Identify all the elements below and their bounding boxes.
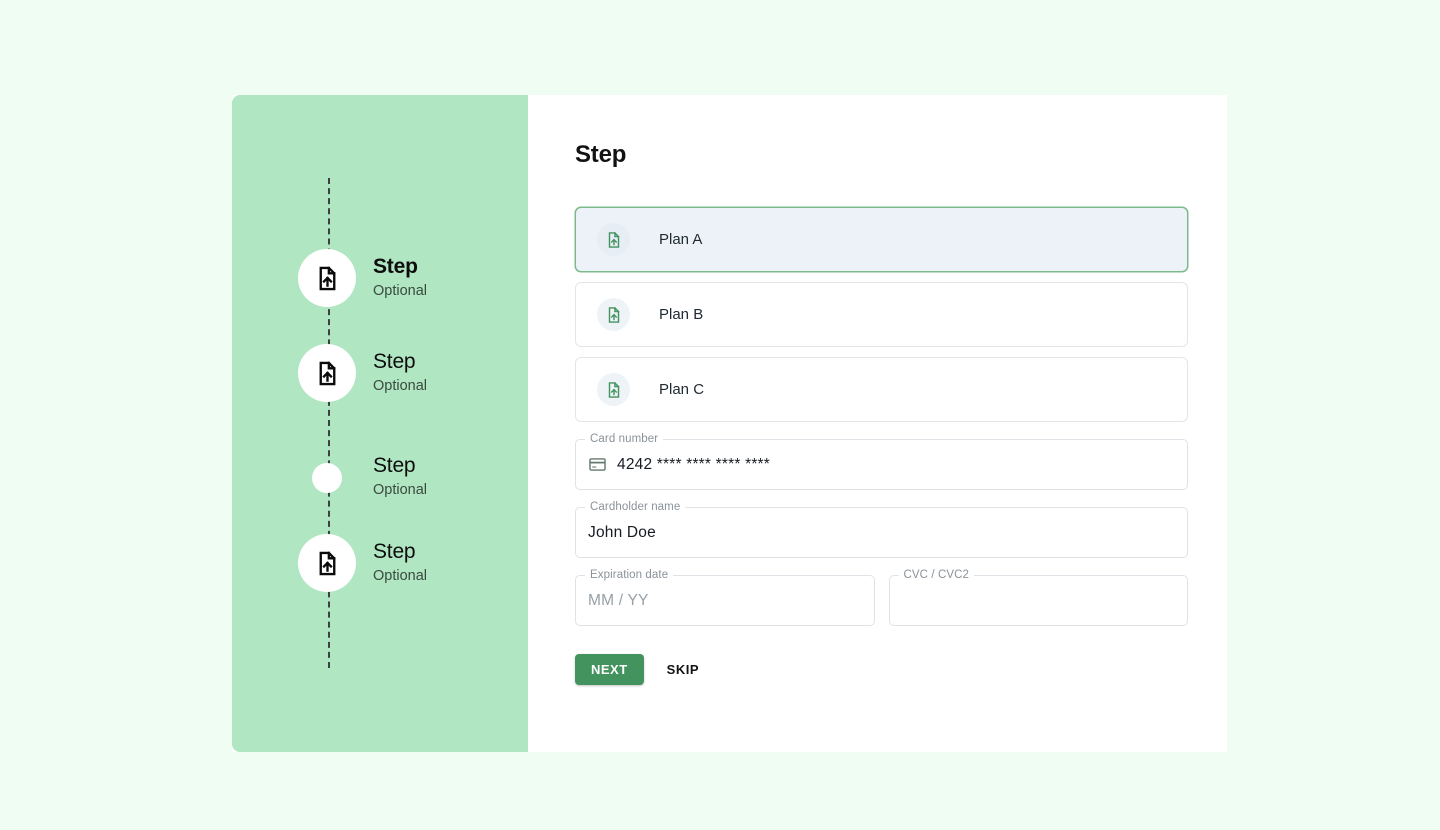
step-1-subtitle: Optional: [373, 282, 428, 299]
plan-option-label: Plan A: [659, 231, 703, 248]
cardholder-name-value: John Doe: [588, 523, 656, 541]
stepper-step-list: Step Optional Step Optional Step Optiona…: [232, 95, 528, 752]
step-2-text: Step Optional: [373, 349, 427, 398]
plan-option-label: Plan B: [659, 306, 704, 323]
plan-option-plan-c[interactable]: Plan C: [575, 357, 1188, 422]
card-number-field[interactable]: Card number 4242 **** **** **** ****: [575, 432, 1188, 490]
step-3-node[interactable]: [312, 462, 342, 493]
card-number-value: 4242 **** **** **** ****: [617, 455, 771, 473]
skip-button[interactable]: SKIP: [657, 654, 709, 685]
step-2-title: Step: [373, 349, 416, 373]
plan-option-plan-b[interactable]: Plan B: [575, 282, 1188, 347]
step-2-subtitle: Optional: [373, 377, 428, 394]
card-number-row: Card number 4242 **** **** **** ****: [575, 432, 1188, 490]
page-title: Step: [575, 141, 627, 168]
next-button[interactable]: NEXT: [575, 654, 644, 685]
step-3-subtitle: Optional: [373, 482, 428, 498]
wizard-actions: NEXT SKIP: [575, 654, 1188, 685]
step-4-node[interactable]: [298, 534, 356, 592]
step-3-text: Step Optional: [373, 453, 427, 502]
file-upload-icon: [597, 298, 630, 331]
plan-option-list: Plan A Plan B Plan C: [575, 207, 1188, 422]
cardholder-name-inner: John Doe: [575, 507, 1188, 558]
card-number-inner: 4242 **** **** **** ****: [575, 439, 1188, 490]
expiry-cvc-row: Expiration date MM / YY CVC / CVC2: [575, 568, 1189, 626]
step-4-title: Step: [373, 539, 416, 563]
step-4-text: Step Optional: [373, 539, 427, 588]
step-2-node[interactable]: [298, 344, 356, 402]
plan-option-label: Plan C: [659, 381, 705, 398]
stepper-step-1[interactable]: Step Optional: [298, 249, 427, 307]
expiration-date-field[interactable]: Expiration date MM / YY: [575, 568, 875, 626]
wizard-content-panel: Step Plan A Plan B Plan C Card number 42…: [528, 95, 1227, 752]
step-4-subtitle: Optional: [373, 567, 428, 584]
expiration-date-placeholder: MM / YY: [588, 591, 649, 609]
stepper-step-4[interactable]: Step Optional: [298, 534, 427, 592]
step-1-node[interactable]: [298, 249, 356, 307]
file-upload-icon: [314, 360, 341, 387]
cvc-field[interactable]: CVC / CVC2: [888, 568, 1189, 626]
file-upload-icon: [314, 550, 341, 577]
plan-option-plan-a[interactable]: Plan A: [575, 207, 1188, 272]
cardholder-name-row: Cardholder name John Doe: [575, 500, 1188, 558]
stepper-sidebar: Step Optional Step Optional Step Optiona…: [232, 95, 528, 752]
cvc-inner: [889, 575, 1189, 626]
credit-card-icon: [588, 455, 607, 474]
expiration-date-inner: MM / YY: [575, 575, 875, 626]
file-upload-icon: [597, 223, 630, 256]
file-upload-icon: [597, 373, 630, 406]
stepper-step-3[interactable]: Step Optional: [298, 453, 427, 502]
step-1-title: Step: [373, 254, 418, 278]
cardholder-name-field[interactable]: Cardholder name John Doe: [575, 500, 1188, 558]
step-1-text: Step Optional: [373, 254, 427, 303]
stepper-step-2[interactable]: Step Optional: [298, 344, 427, 402]
file-upload-icon: [314, 265, 341, 292]
step-3-title: Step: [373, 454, 416, 477]
stepper-wizard-card: Step Optional Step Optional Step Optiona…: [232, 95, 1227, 752]
